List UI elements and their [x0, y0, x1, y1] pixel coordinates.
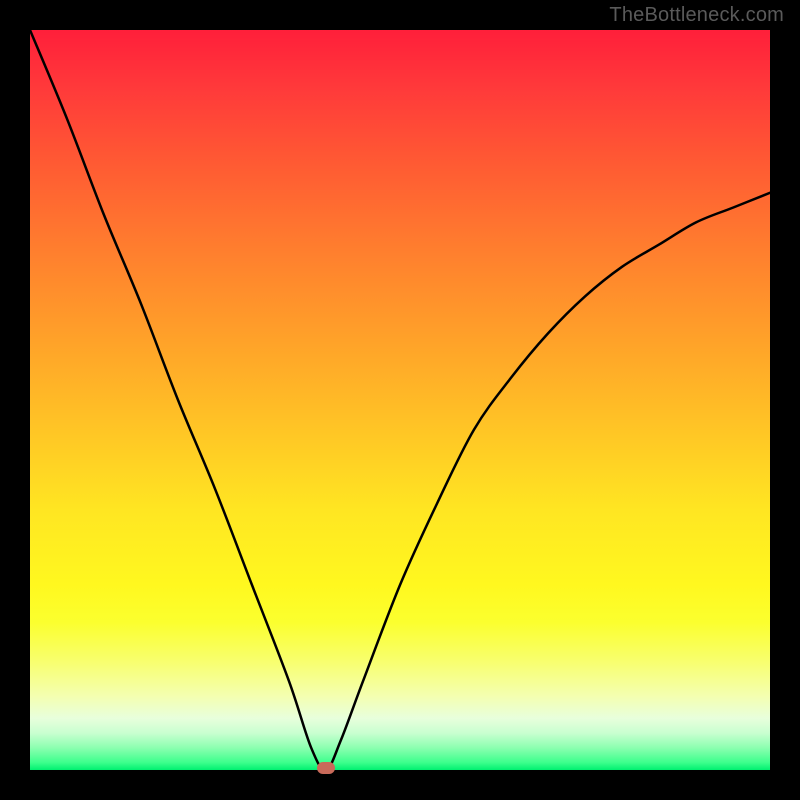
bottleneck-curve: [30, 30, 770, 770]
plot-area: [30, 30, 770, 770]
optimal-marker: [317, 762, 335, 774]
chart-frame: TheBottleneck.com: [0, 0, 800, 800]
watermark-text: TheBottleneck.com: [609, 4, 784, 27]
